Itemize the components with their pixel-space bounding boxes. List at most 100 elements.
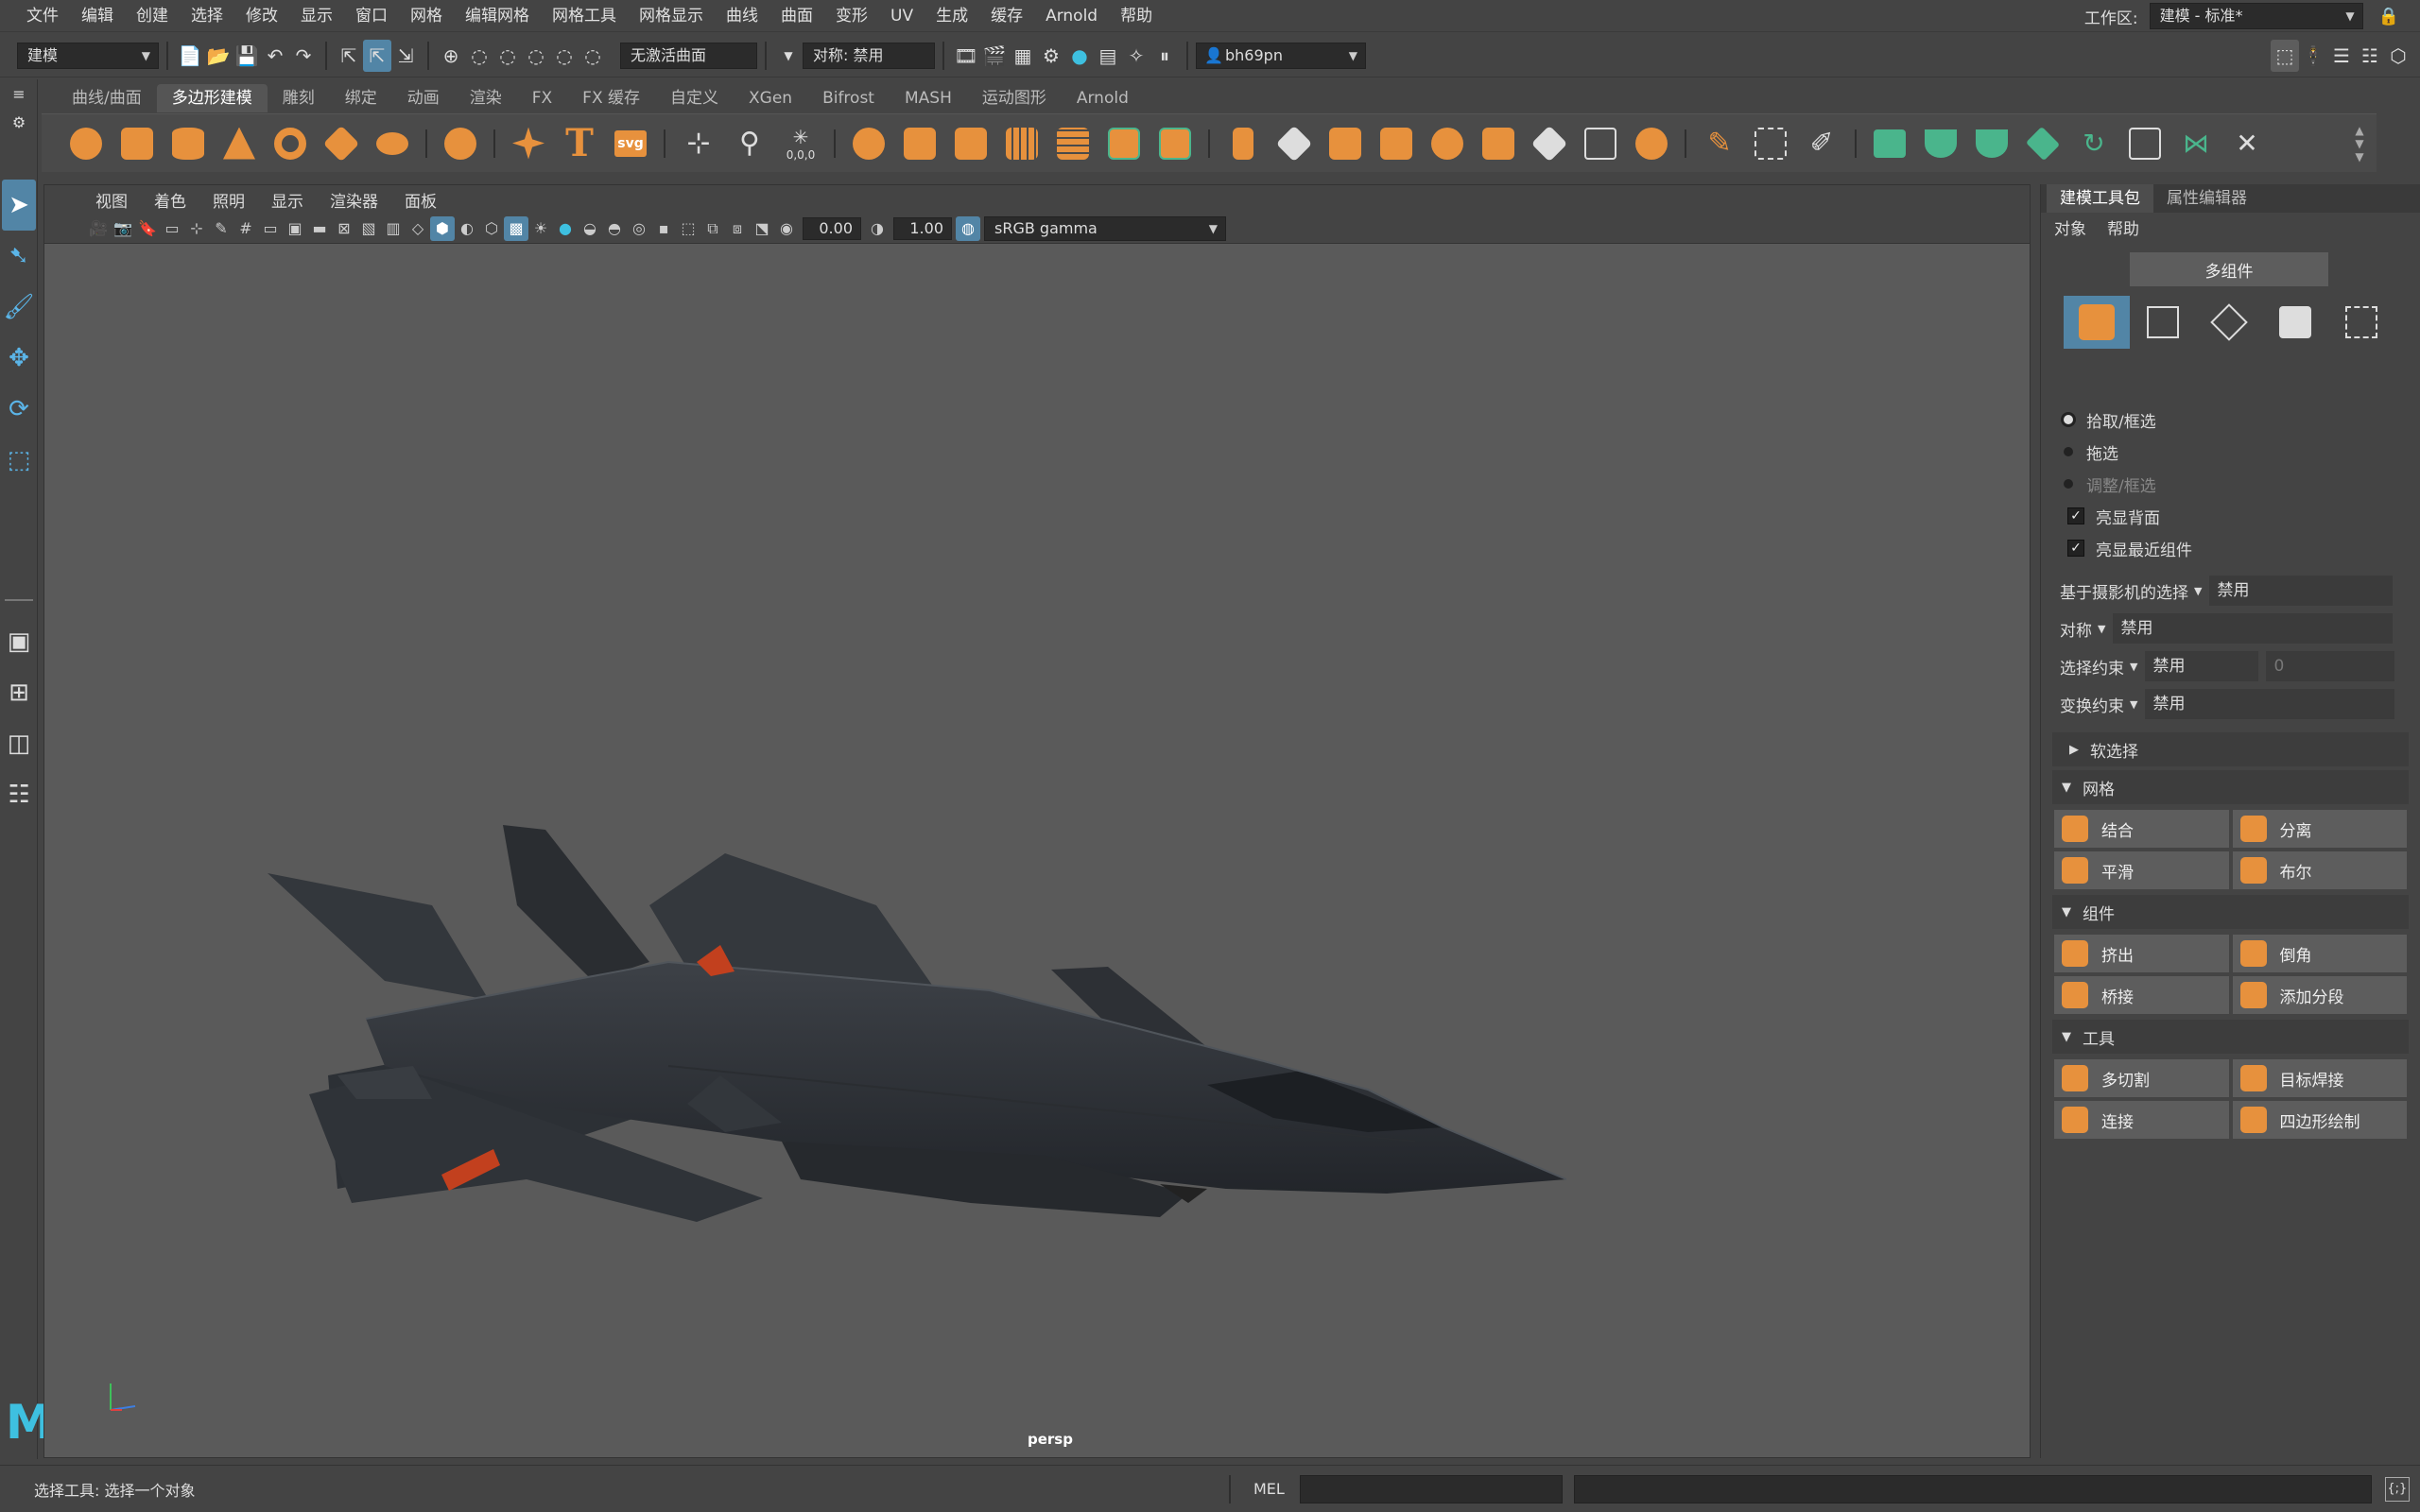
rotate-tool-icon[interactable]: ⟳ bbox=[0, 384, 38, 435]
default-material-icon[interactable]: ◐ bbox=[455, 216, 479, 241]
toolkit-section-header[interactable]: ▼ 网格 bbox=[2052, 770, 2409, 804]
insert-edge-loop-icon[interactable] bbox=[1528, 120, 1571, 167]
poly-plane-icon[interactable] bbox=[320, 120, 363, 167]
camera-icon[interactable]: 🎥 bbox=[86, 216, 111, 241]
save-scene-icon[interactable]: 💾 bbox=[233, 40, 261, 72]
tool-settings-icon[interactable]: ☷ bbox=[2356, 40, 2384, 72]
3d-scene[interactable]: persp bbox=[44, 244, 2030, 1457]
live-surface-field[interactable]: 无激活曲面 bbox=[620, 43, 757, 69]
pause-icon[interactable]: ⏸ bbox=[1150, 40, 1179, 72]
menu-item[interactable]: 曲线 bbox=[715, 0, 769, 32]
lasso-tool-icon[interactable]: ➷ bbox=[0, 231, 38, 282]
command-input[interactable] bbox=[1299, 1474, 1563, 1503]
toolkit-button[interactable]: 挤出 bbox=[2054, 935, 2229, 972]
menu-item[interactable]: 文件 bbox=[15, 0, 70, 32]
menu-item[interactable]: 显示 bbox=[289, 0, 344, 32]
highlight-nearest-checkbox[interactable]: ✓ 亮显最近组件 bbox=[2041, 532, 2420, 564]
vertex-mode-icon[interactable] bbox=[2130, 296, 2196, 349]
safe-title-icon[interactable]: ▥ bbox=[381, 216, 406, 241]
undo-icon[interactable]: ↶ bbox=[261, 40, 289, 72]
menu-item[interactable]: 修改 bbox=[234, 0, 289, 32]
select-component-icon[interactable]: ⇲ bbox=[391, 40, 420, 72]
open-scene-icon[interactable]: 📂 bbox=[204, 40, 233, 72]
viewport-menu-item[interactable]: 面板 bbox=[391, 188, 450, 212]
textured-icon[interactable]: ▩ bbox=[504, 215, 528, 241]
menu-item[interactable]: 编辑 bbox=[70, 0, 125, 32]
toolkit-button[interactable]: 倒角 bbox=[2232, 935, 2407, 972]
snap-surface-icon[interactable]: ◌ bbox=[550, 40, 579, 72]
shelf-options-icon[interactable]: ⚙ bbox=[0, 108, 38, 136]
smooth-shade-icon[interactable]: ⬢ bbox=[430, 215, 455, 241]
circularize-icon[interactable] bbox=[1630, 120, 1673, 167]
hypershade-icon[interactable]: ● bbox=[1065, 40, 1094, 72]
extrude-icon[interactable] bbox=[1221, 120, 1265, 167]
reduce-icon[interactable] bbox=[1051, 120, 1095, 167]
script-type-toggle[interactable]: MEL bbox=[1253, 1480, 1285, 1498]
shelf-tab[interactable]: MASH bbox=[890, 84, 967, 112]
shelf-tab[interactable]: 运动图形 bbox=[967, 84, 1062, 112]
color-management-icon[interactable]: ◍ bbox=[956, 215, 980, 241]
shelf-tab[interactable]: 曲线/曲面 bbox=[57, 84, 157, 112]
uv-mode-icon[interactable] bbox=[2328, 296, 2394, 349]
menu-item[interactable]: 生成 bbox=[925, 0, 979, 32]
menu-item[interactable]: 曲面 bbox=[769, 0, 824, 32]
attribute-editor-icon[interactable]: ☰ bbox=[2327, 40, 2356, 72]
isolate-select-icon[interactable]: ⬚ bbox=[676, 216, 700, 241]
lights-icon[interactable]: ☀ bbox=[528, 216, 553, 241]
soft-select-section[interactable]: ▶ 软选择 bbox=[2052, 732, 2409, 766]
menu-item[interactable]: 缓存 bbox=[979, 0, 1034, 32]
toolkit-button[interactable]: 桥接 bbox=[2054, 976, 2229, 1014]
uv-layout-icon[interactable] bbox=[2123, 120, 2167, 167]
gamma-field[interactable]: 1.00 bbox=[893, 216, 952, 240]
shelf-tab[interactable]: Bifrost bbox=[807, 84, 890, 112]
panel-tab[interactable]: 属性编辑器 bbox=[2153, 184, 2260, 213]
safe-action-icon[interactable]: ▧ bbox=[356, 216, 381, 241]
toolkit-button[interactable]: 目标焊接 bbox=[2232, 1059, 2407, 1097]
toolkit-button[interactable]: 结合 bbox=[2054, 810, 2229, 848]
toolkit-button[interactable]: 平滑 bbox=[2054, 851, 2229, 889]
lock-icon[interactable]: 🔒 bbox=[2378, 7, 2399, 26]
append-polygon-icon[interactable] bbox=[1374, 120, 1418, 167]
exposure-icon[interactable]: ◉ bbox=[774, 216, 799, 241]
panel-menu-item[interactable]: 帮助 bbox=[2107, 215, 2139, 239]
render-setup-icon[interactable]: ▤ bbox=[1094, 40, 1122, 72]
snap-grid-icon[interactable]: ⊕ bbox=[437, 40, 465, 72]
depth-of-field-icon[interactable]: ▪ bbox=[651, 216, 676, 241]
cut-uv-icon[interactable]: ↻ bbox=[2072, 120, 2116, 167]
menu-item[interactable]: 网格工具 bbox=[541, 0, 628, 32]
shelf-tab[interactable]: 绑定 bbox=[330, 84, 392, 112]
make-hole-icon[interactable] bbox=[1477, 120, 1520, 167]
ambient-occlusion-icon[interactable]: ◒ bbox=[578, 216, 602, 241]
symmetry-field[interactable]: 对称: 禁用 bbox=[803, 43, 935, 69]
menu-item[interactable]: 网格 bbox=[399, 0, 454, 32]
user-account-dropdown[interactable]: 👤 bh69pn ▼ bbox=[1196, 43, 1366, 69]
shelf-tab[interactable]: 雕刻 bbox=[268, 84, 330, 112]
shelf-scroll[interactable]: ▲ ▼ ▼ bbox=[2348, 124, 2371, 163]
menu-item[interactable]: 窗口 bbox=[344, 0, 399, 32]
pick-marquee-radio[interactable]: 拾取/框选 bbox=[2041, 404, 2420, 436]
shelf-tab[interactable]: 多边形建模 bbox=[156, 84, 268, 112]
xray-joints-icon[interactable]: ⧈ bbox=[725, 216, 750, 241]
camera-attributes-icon[interactable]: 📷 bbox=[111, 216, 135, 241]
wireframe-icon[interactable]: ◇ bbox=[406, 216, 430, 241]
character-controls-icon[interactable]: 🕴 bbox=[2299, 40, 2327, 72]
tweak-marquee-radio[interactable]: 调整/框选 bbox=[2041, 468, 2420, 500]
panel-menu-item[interactable]: 对象 bbox=[2054, 215, 2086, 239]
multi-cut-icon[interactable]: ✎ bbox=[1698, 120, 1741, 167]
multi-component-button[interactable]: 多组件 bbox=[2130, 252, 2328, 286]
render-settings-icon[interactable]: ⚙ bbox=[1037, 40, 1065, 72]
toolkit-button[interactable]: 四边形绘制 bbox=[2232, 1101, 2407, 1139]
chevron-down-icon[interactable]: ▼ bbox=[2355, 150, 2363, 163]
shelf-tab[interactable]: FX bbox=[517, 84, 567, 112]
snap-curve-icon[interactable]: ◌ bbox=[465, 40, 493, 72]
poly-cone-icon[interactable] bbox=[217, 120, 261, 167]
motion-blur-icon[interactable]: ◓ bbox=[602, 216, 627, 241]
viewport-menu-item[interactable]: 照明 bbox=[199, 188, 258, 212]
select-object-icon[interactable]: ⇱ bbox=[363, 40, 391, 72]
menu-item[interactable]: 创建 bbox=[125, 0, 180, 32]
poly-svg-icon[interactable]: svg bbox=[609, 120, 652, 167]
snap-point-icon[interactable]: ◌ bbox=[493, 40, 522, 72]
render-frame-icon[interactable]: 🎬 bbox=[980, 40, 1009, 72]
poly-cylinder-icon[interactable] bbox=[166, 120, 210, 167]
menu-item[interactable]: 网格显示 bbox=[628, 0, 715, 32]
